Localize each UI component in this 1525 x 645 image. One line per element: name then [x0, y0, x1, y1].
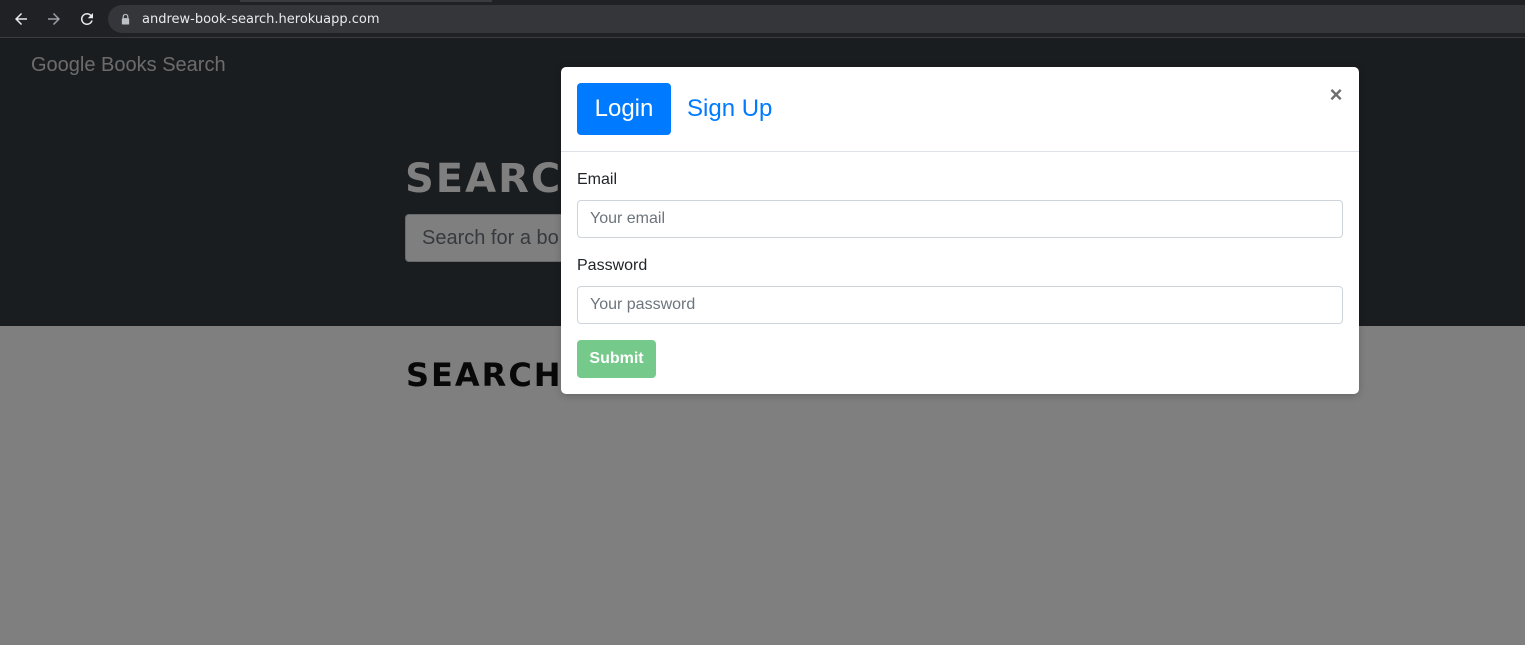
forward-button[interactable]	[42, 8, 66, 30]
tab-login[interactable]: Login	[577, 83, 671, 135]
password-label: Password	[577, 257, 648, 274]
tab-signup[interactable]: Sign Up	[687, 83, 772, 135]
address-bar[interactable]: andrew-book-search.herokuapp.com	[108, 5, 1525, 33]
forward-arrow-icon	[48, 13, 60, 25]
password-field[interactable]: Your password	[577, 286, 1343, 324]
email-placeholder: Your email	[590, 210, 666, 227]
lock-icon	[120, 13, 132, 25]
modal-header: Login Sign Up ×	[561, 67, 1359, 152]
login-modal: Login Sign Up × Email Your email Passwor…	[561, 67, 1359, 394]
email-label: Email	[577, 171, 618, 188]
reload-button[interactable]	[75, 8, 99, 30]
password-placeholder: Your password	[590, 296, 696, 313]
submit-button[interactable]: Submit	[577, 340, 656, 378]
email-field[interactable]: Your email	[577, 200, 1343, 238]
close-icon[interactable]: ×	[1327, 84, 1345, 106]
back-arrow-icon	[15, 13, 27, 25]
url-text: andrew-book-search.herokuapp.com	[142, 11, 380, 27]
active-tab-indicator	[240, 0, 492, 2]
back-button[interactable]	[9, 8, 33, 30]
reload-icon	[80, 12, 93, 25]
browser-toolbar: andrew-book-search.herokuapp.com	[0, 0, 1525, 38]
